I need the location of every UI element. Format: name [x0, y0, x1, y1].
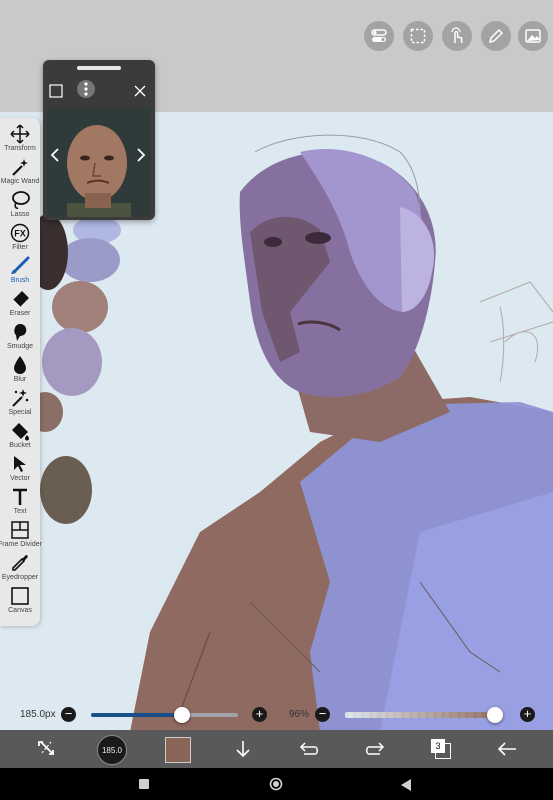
tool-smudge[interactable]: Smudge [0, 322, 40, 355]
svg-text:FX: FX [14, 229, 26, 239]
fx-icon: FX [10, 223, 30, 243]
bottom-toolbar: 185.0 3 [0, 730, 553, 768]
reference-window[interactable] [43, 60, 155, 220]
tool-label: Smudge [6, 343, 34, 350]
tool-label: Transform [4, 145, 36, 152]
tool-blur[interactable]: Blur [0, 355, 40, 388]
opacity-increase-button[interactable]: + [520, 707, 535, 722]
tool-vector[interactable]: Vector [0, 454, 40, 487]
brush-size-thumb[interactable] [174, 707, 191, 723]
square-icon[interactable] [49, 84, 63, 102]
brush-preview-value: 185.0 [101, 745, 123, 755]
tool-label: Eyedropper [1, 574, 39, 581]
tool-label: Text [13, 508, 27, 515]
eraser-icon [10, 289, 30, 309]
drag-handle[interactable] [77, 66, 121, 70]
canvas-icon [10, 586, 30, 606]
tool-label: Special [8, 409, 32, 416]
opacity-label: 96% [289, 709, 310, 720]
more-icon[interactable] [77, 80, 95, 98]
tool-label: Bucket [9, 442, 31, 449]
layer-count: 3 [431, 739, 445, 753]
opacity-thumb[interactable] [486, 707, 503, 723]
tool-lasso[interactable]: Lasso [0, 190, 40, 223]
tool-sidebar: Transform Magic Wand Lasso FX Filter Bru… [0, 118, 42, 626]
tool-label: Vector [10, 475, 30, 482]
layers-icon[interactable]: 3 [428, 736, 454, 762]
tool-magic-wand[interactable]: Magic Wand [0, 157, 40, 190]
recents-icon[interactable] [139, 779, 149, 789]
back-icon[interactable] [494, 736, 520, 762]
slider-bar: 185.0px − + 96% − + [0, 700, 553, 730]
brush-size-label: 185.0px [20, 709, 56, 720]
touch-icon[interactable] [442, 21, 472, 51]
brush-size-fill [91, 713, 183, 717]
vector-icon [10, 454, 30, 474]
tool-frame-divider[interactable]: Frame Divider [0, 520, 42, 553]
transform-icon [10, 124, 30, 144]
image-icon[interactable] [518, 21, 548, 51]
blur-icon [10, 355, 30, 375]
undo-icon[interactable] [296, 736, 322, 762]
bucket-icon [10, 421, 30, 441]
tool-label: Filter [12, 244, 28, 251]
lasso-icon [10, 190, 30, 210]
magic-wand-icon [10, 157, 30, 177]
tool-special[interactable]: Special [0, 388, 40, 421]
opacity-gradient [345, 712, 501, 718]
brush-preview-icon[interactable]: 185.0 [97, 735, 127, 765]
tool-bucket[interactable]: Bucket [0, 421, 40, 454]
home-icon[interactable] [269, 777, 283, 791]
next-icon[interactable] [135, 148, 147, 166]
toggle-icon[interactable] [364, 21, 394, 51]
selection-icon[interactable] [403, 21, 433, 51]
tool-label: Frame Divider [0, 541, 42, 548]
brush-icon [10, 256, 30, 276]
tool-eraser[interactable]: Eraser [0, 289, 40, 322]
tool-brush[interactable]: Brush [0, 256, 40, 289]
brush-size-slider[interactable] [91, 713, 238, 717]
tool-canvas[interactable]: Canvas [0, 586, 40, 619]
tool-filter[interactable]: FX Filter [0, 223, 40, 256]
swap-icon[interactable] [33, 736, 59, 762]
tool-eyedropper[interactable]: Eyedropper [0, 553, 40, 586]
system-navigation-bar [0, 768, 553, 800]
brush-size-increase-button[interactable]: + [252, 707, 267, 722]
smudge-icon [10, 322, 30, 342]
opacity-slider[interactable] [345, 712, 501, 718]
tool-label: Eraser [9, 310, 31, 317]
tool-label: Magic Wand [0, 178, 40, 185]
tool-transform[interactable]: Transform [0, 124, 40, 157]
tool-text[interactable]: Text [0, 487, 40, 520]
redo-icon[interactable] [362, 736, 388, 762]
special-icon [10, 388, 30, 408]
pencil-icon[interactable] [481, 21, 511, 51]
eyedropper-icon [10, 553, 30, 573]
tool-label: Canvas [8, 607, 32, 614]
back-nav-icon[interactable] [400, 778, 412, 796]
prev-icon[interactable] [49, 148, 61, 166]
frame-divider-icon [10, 520, 30, 540]
text-icon [10, 487, 30, 507]
download-icon[interactable] [230, 736, 256, 762]
tool-label: Blur [13, 376, 27, 383]
opacity-decrease-button[interactable]: − [315, 707, 330, 722]
tool-label: Lasso [10, 211, 30, 218]
close-icon[interactable] [133, 84, 147, 102]
brush-size-decrease-button[interactable]: − [61, 707, 76, 722]
tool-label: Brush [10, 277, 30, 284]
color-swatch[interactable] [165, 737, 191, 763]
